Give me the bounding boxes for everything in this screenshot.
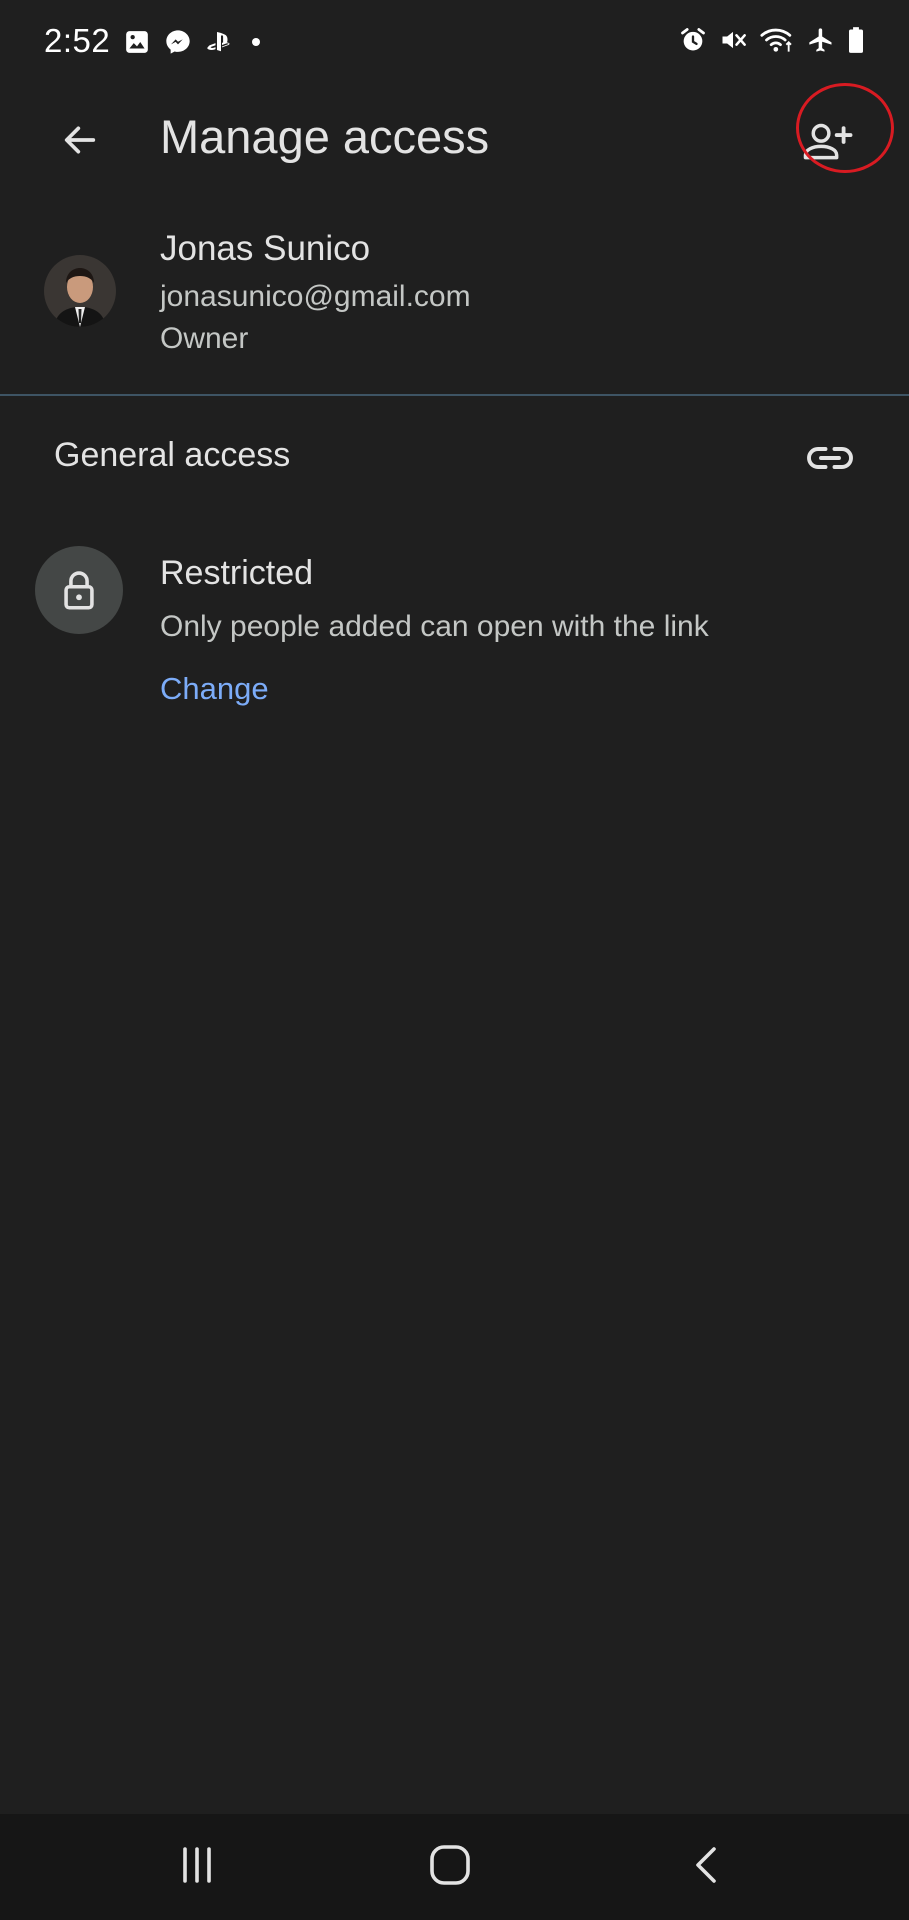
owner-row[interactable]: Jonas Sunico jonasunico@gmail.com Owner — [0, 225, 909, 395]
airplane-icon — [807, 26, 835, 54]
link-icon — [807, 447, 853, 469]
playstation-icon — [206, 29, 236, 55]
battery-icon — [847, 26, 865, 54]
dot-icon — [250, 36, 262, 48]
person-add-icon — [803, 123, 853, 160]
home-icon — [430, 1845, 470, 1885]
access-description: Only people added can open with the link — [160, 610, 709, 643]
divider — [0, 394, 909, 396]
page-title: Manage access — [160, 110, 490, 163]
mute-icon — [719, 26, 747, 54]
recents-icon — [183, 1847, 211, 1883]
wifi-icon — [759, 26, 795, 54]
access-level: Restricted — [160, 554, 314, 592]
owner-name: Jonas Sunico — [160, 229, 371, 268]
status-time: 2:52 — [44, 22, 111, 59]
status-notification-icons — [124, 28, 276, 56]
general-access-row: Restricted Only people added can open wi… — [0, 540, 909, 720]
general-access-heading: General access — [54, 436, 291, 474]
lock-icon — [64, 571, 94, 610]
gallery-icon — [124, 29, 150, 55]
owner-role: Owner — [160, 322, 249, 355]
lock-avatar — [35, 546, 123, 634]
owner-email: jonasunico@gmail.com — [160, 280, 471, 313]
alarm-icon — [679, 26, 707, 54]
recents-button[interactable] — [157, 1830, 237, 1900]
home-button[interactable] — [410, 1830, 490, 1900]
system-back-button[interactable] — [666, 1830, 746, 1900]
avatar — [44, 255, 116, 327]
back-icon — [696, 1847, 716, 1883]
copy-link-button[interactable] — [796, 428, 864, 488]
status-system-icons — [667, 26, 865, 54]
system-nav-bar — [0, 1814, 909, 1920]
change-button[interactable]: Change — [160, 671, 269, 707]
add-people-button[interactable] — [788, 102, 868, 182]
messenger-icon — [164, 28, 192, 56]
arrow-back-icon — [64, 126, 96, 154]
back-button[interactable] — [48, 108, 112, 172]
status-bar: 2:52 — [0, 0, 909, 90]
